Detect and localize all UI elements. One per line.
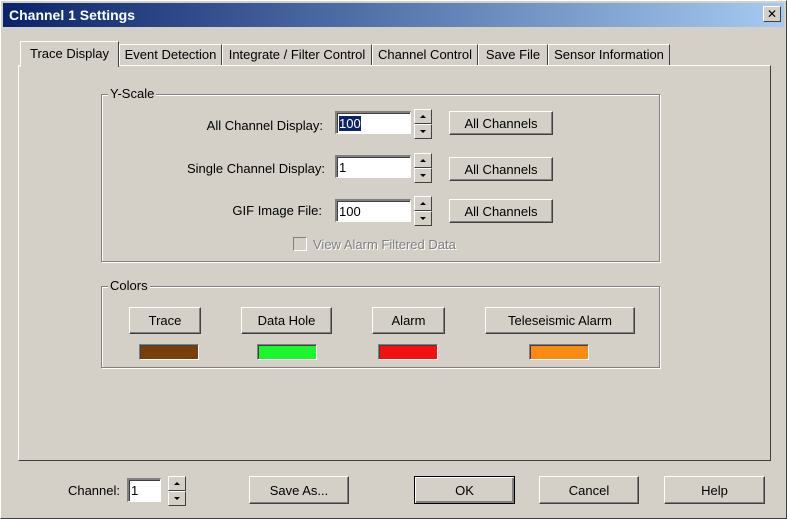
close-icon: ✕ <box>766 7 778 21</box>
spin-up-button[interactable] <box>414 153 432 168</box>
spin-down-button[interactable] <box>414 124 432 139</box>
spin-down-button[interactable] <box>414 211 432 226</box>
alarm-color-button[interactable]: Alarm <box>372 307 445 334</box>
trace-color-swatch <box>139 344 199 360</box>
channel-label: Channel: <box>67 483 120 498</box>
arrow-down-icon <box>420 174 426 177</box>
single-channel-display-spinner[interactable] <box>414 153 432 183</box>
tab-label: Channel Control <box>378 47 472 62</box>
spin-up-button[interactable] <box>168 476 186 491</box>
single-channel-display-input[interactable]: 1 <box>335 155 411 178</box>
data-hole-color-button[interactable]: Data Hole <box>241 307 332 334</box>
trace-color-button[interactable]: Trace <box>129 307 201 334</box>
spin-up-button[interactable] <box>414 109 432 124</box>
all-channels-button-2[interactable]: All Channels <box>449 157 553 181</box>
help-button[interactable]: Help <box>664 476 765 504</box>
yscale-group-title: Y-Scale <box>108 86 157 101</box>
tab-save-file[interactable]: Save File <box>478 44 548 66</box>
arrow-down-icon <box>420 217 426 220</box>
arrow-down-icon <box>420 130 426 133</box>
input-value: 100 <box>339 116 361 131</box>
tab-trace-display[interactable]: Trace Display <box>20 41 119 67</box>
arrow-up-icon <box>420 202 426 205</box>
spin-down-button[interactable] <box>414 168 432 183</box>
tab-sensor-information[interactable]: Sensor Information <box>548 44 670 66</box>
arrow-up-icon <box>174 482 180 485</box>
tab-label: Trace Display <box>30 46 109 61</box>
arrow-down-icon <box>174 497 180 500</box>
channel-input[interactable]: 1 <box>127 478 161 502</box>
close-button[interactable]: ✕ <box>763 6 781 22</box>
teleseismic-alarm-color-button[interactable]: Teleseismic Alarm <box>485 307 635 334</box>
gif-image-file-label: GIF Image File: <box>232 203 322 218</box>
tab-label: Sensor Information <box>554 47 664 62</box>
all-channel-display-spinner[interactable] <box>414 109 432 139</box>
gif-image-file-spinner[interactable] <box>414 196 432 226</box>
data-hole-color-swatch <box>257 344 317 360</box>
tab-event-detection[interactable]: Event Detection <box>119 44 222 66</box>
all-channel-display-label: All Channel Display: <box>206 118 323 133</box>
single-channel-display-label: Single Channel Display: <box>186 161 325 176</box>
teleseismic-alarm-color-swatch <box>529 344 589 360</box>
all-channels-button-3[interactable]: All Channels <box>449 199 553 223</box>
all-channels-button-1[interactable]: All Channels <box>449 111 553 135</box>
save-as-button[interactable]: Save As... <box>249 476 349 504</box>
colors-group-title: Colors <box>108 278 150 293</box>
title-bar[interactable]: Channel 1 Settings ✕ <box>3 3 784 27</box>
window-title: Channel 1 Settings <box>9 7 136 23</box>
spin-up-button[interactable] <box>414 196 432 211</box>
tab-label: Save File <box>485 47 541 62</box>
alarm-color-swatch <box>378 344 438 360</box>
all-channel-display-input[interactable]: 100 <box>335 111 411 134</box>
view-alarm-filtered-checkbox[interactable] <box>293 237 307 251</box>
gif-image-file-input[interactable]: 100 <box>335 199 411 222</box>
tab-channel-control[interactable]: Channel Control <box>372 44 478 66</box>
arrow-up-icon <box>420 159 426 162</box>
tab-integrate-filter-control[interactable]: Integrate / Filter Control <box>222 44 372 66</box>
cancel-button[interactable]: Cancel <box>539 476 639 504</box>
ok-button[interactable]: OK <box>414 476 515 504</box>
view-alarm-filtered-label: View Alarm Filtered Data <box>313 237 456 252</box>
arrow-up-icon <box>420 115 426 118</box>
tab-label: Integrate / Filter Control <box>228 47 366 62</box>
tab-label: Event Detection <box>124 47 217 62</box>
channel-spinner[interactable] <box>168 476 186 506</box>
spin-down-button[interactable] <box>168 491 186 506</box>
